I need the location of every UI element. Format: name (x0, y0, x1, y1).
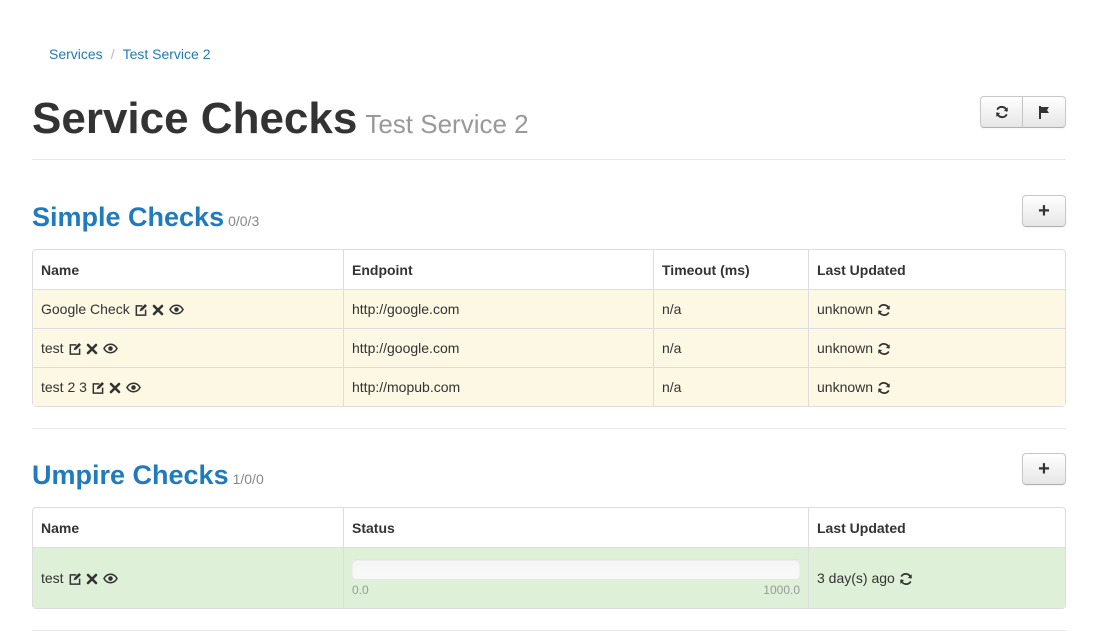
column-header-last-updated: Last Updated (808, 250, 1065, 289)
row-actions (134, 303, 184, 317)
delete-icon[interactable] (152, 304, 164, 317)
row-actions (91, 381, 141, 395)
check-name: test 2 3 (41, 379, 87, 395)
refresh-icon[interactable] (877, 342, 891, 356)
simple-checks-count: 0/0/3 (228, 213, 260, 229)
refresh-icon[interactable] (877, 381, 891, 395)
section-divider (32, 630, 1066, 631)
check-name: Google Check (41, 301, 130, 317)
page-subtitle: Test Service 2 (365, 109, 529, 139)
column-header-last-updated: Last Updated (808, 508, 1065, 547)
timeout-cell: n/a (653, 328, 808, 367)
edit-icon[interactable] (91, 381, 104, 395)
delete-icon[interactable] (86, 343, 98, 356)
refresh-icon[interactable] (899, 572, 913, 586)
eye-icon[interactable] (102, 573, 118, 586)
table-row: Google Check http://google.com n/a unkno… (33, 289, 1065, 328)
add-simple-check-button[interactable]: + (1022, 195, 1066, 227)
check-name: test (41, 570, 64, 586)
column-header-status: Status (343, 508, 808, 547)
page-title: Service Checks Test Service 2 (32, 92, 529, 151)
endpoint-cell: http://google.com (343, 289, 653, 328)
check-name-cell: test (33, 328, 343, 367)
row-actions (68, 342, 118, 356)
edit-icon[interactable] (134, 303, 147, 317)
last-updated-text: unknown (817, 339, 874, 356)
column-header-name: Name (41, 261, 80, 278)
column-header-endpoint: Endpoint (343, 250, 653, 289)
status-min: 0.0 (352, 583, 369, 597)
last-updated-text: unknown (817, 378, 874, 395)
umpire-checks-title-text: Umpire Checks (32, 460, 229, 490)
delete-icon[interactable] (86, 573, 98, 586)
status-progress-bar (352, 559, 800, 579)
umpire-checks-title: Umpire Checks 1/0/0 (32, 458, 264, 496)
refresh-button[interactable] (980, 96, 1023, 128)
timeout-cell: n/a (653, 289, 808, 328)
column-header-timeout: Timeout (ms) (653, 250, 808, 289)
eye-icon[interactable] (125, 382, 141, 395)
breadcrumb: Services / Test Service 2 (49, 44, 211, 64)
check-name-cell: Google Check (33, 289, 343, 328)
endpoint-cell: http://google.com (343, 328, 653, 367)
page-header: Service Checks Test Service 2 (32, 92, 1066, 160)
status-scale: 0.0 1000.0 (352, 583, 800, 597)
refresh-icon[interactable] (877, 303, 891, 317)
plus-icon: + (1038, 458, 1050, 480)
page-title-text: Service Checks (32, 94, 358, 143)
page: Services / Test Service 2 Service Checks Te… (0, 0, 1103, 633)
delete-icon[interactable] (109, 382, 121, 395)
flag-button[interactable] (1023, 96, 1066, 128)
add-umpire-check-button[interactable]: + (1022, 453, 1066, 485)
umpire-checks-count: 1/0/0 (232, 471, 264, 487)
last-updated-cell: unknown (808, 328, 1065, 367)
table-row: test http://google.com n/a unknown (33, 328, 1065, 367)
status-max: 1000.0 (763, 583, 800, 597)
eye-icon[interactable] (102, 343, 118, 356)
edit-icon[interactable] (68, 342, 81, 356)
refresh-icon (995, 105, 1008, 119)
column-header-name: Name (41, 519, 80, 536)
edit-icon[interactable] (68, 572, 81, 586)
breadcrumb-service-link[interactable]: Test Service 2 (123, 46, 211, 62)
row-actions (68, 572, 118, 586)
umpire-checks-table: Name Status Last Updated test 0.0 1000.0 … (32, 507, 1066, 609)
header-button-group (980, 96, 1066, 128)
timeout-cell: n/a (653, 367, 808, 406)
simple-checks-title-text: Simple Checks (32, 202, 225, 232)
plus-icon: + (1038, 200, 1050, 222)
last-updated-cell: unknown (808, 289, 1065, 328)
flag-icon (1039, 105, 1049, 119)
endpoint-cell: http://mopub.com (343, 367, 653, 406)
check-name-cell: test (33, 547, 343, 608)
breadcrumb-separator: / (110, 46, 115, 62)
section-divider (32, 428, 1066, 429)
check-name-cell: test 2 3 (33, 367, 343, 406)
breadcrumb-services-link[interactable]: Services (49, 46, 103, 62)
last-updated-text: unknown (817, 300, 874, 317)
last-updated-cell: 3 day(s) ago (808, 547, 1065, 608)
simple-checks-table: Name Endpoint Timeout (ms) Last Updated … (32, 249, 1066, 407)
table-header-row: Name Status Last Updated (33, 508, 1065, 547)
table-row: test 0.0 1000.0 3 day(s) ago (33, 547, 1065, 608)
check-name: test (41, 340, 64, 356)
table-header-row: Name Endpoint Timeout (ms) Last Updated (33, 250, 1065, 289)
eye-icon[interactable] (168, 304, 184, 317)
last-updated-cell: unknown (808, 367, 1065, 406)
last-updated-text: 3 day(s) ago (817, 569, 895, 586)
table-row: test 2 3 http://mopub.com n/a unknown (33, 367, 1065, 406)
status-cell: 0.0 1000.0 (343, 547, 808, 608)
simple-checks-title: Simple Checks 0/0/3 (32, 200, 259, 238)
